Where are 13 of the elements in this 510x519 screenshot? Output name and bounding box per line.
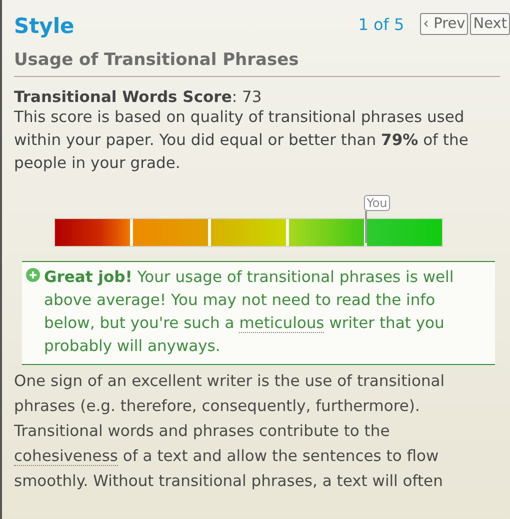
explanation-text: One sign of an excellent writer is the use of transitional phrases (e.g. therefore, consequently, furthermore). Transitional words and phrases contribute to the cohesiveness of a text and allow the sentences to flow smoothly. Without transitional phrases, a text will often <box>14 371 446 492</box>
feedback-message: Great job! Your usage of transitional phrases is well above average! You may not need to read the info below, but you're such a meticulous writer that you probably will anyways. <box>44 267 455 357</box>
nav-button[interactable]: Next <box>470 13 510 35</box>
page-indicator: 1 of 5 <box>358 14 404 34</box>
section-heading: Usage of Transitional Phrases <box>14 50 500 77</box>
score-description: This score is based on quality of transitional phrases used within your paper. You did equal or better than 79% of the people in your grade. <box>14 107 470 174</box>
marker-label: You <box>364 195 390 211</box>
plus-icon <box>26 268 40 282</box>
score-label: Transitional Words Score: 73 <box>14 88 263 106</box>
nav-button[interactable]: ‹ Prev <box>420 13 468 35</box>
section-title: Style <box>14 13 74 38</box>
term-link[interactable]: cohesiveness <box>14 447 118 466</box>
term-link[interactable]: meticulous <box>239 314 324 333</box>
